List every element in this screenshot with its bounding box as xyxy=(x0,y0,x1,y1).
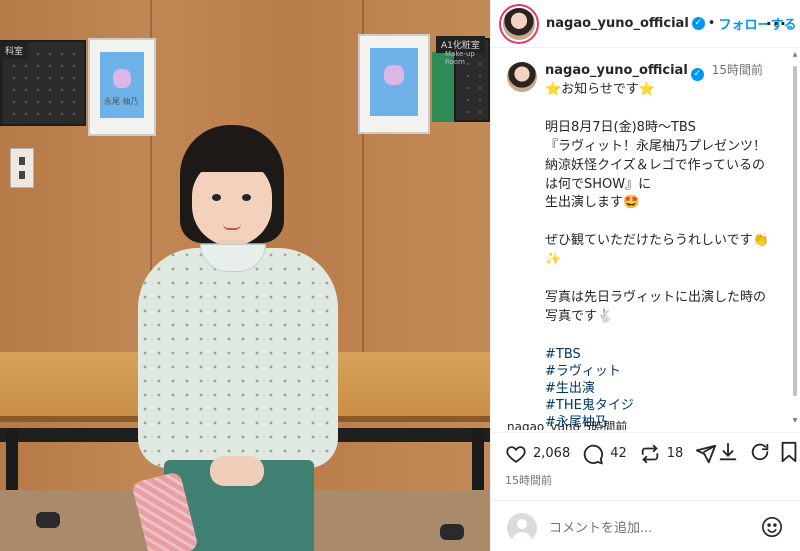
comment-button[interactable]: 42 xyxy=(582,443,627,465)
caption-line: は何でSHOW』に xyxy=(545,176,652,192)
hashtag-link[interactable]: #THE鬼タイジ xyxy=(545,397,785,414)
hashtag-link[interactable]: #ラヴィット xyxy=(545,363,785,380)
scrollbar-thumb[interactable] xyxy=(793,66,797,396)
scroll-up-icon[interactable]: ▲ xyxy=(792,52,798,58)
caption-username[interactable]: nagao_yuno_official xyxy=(545,63,688,78)
author-username[interactable]: nagao_yuno_official xyxy=(546,16,689,31)
caption-line xyxy=(545,100,785,119)
caption-line xyxy=(545,327,785,346)
scroll-down-icon[interactable]: ▼ xyxy=(792,418,798,424)
post-timestamp[interactable]: 15時間前 xyxy=(505,472,552,488)
post-sidebar: nagao_yuno_official ✓ • フォローする ··· nagao… xyxy=(490,0,800,551)
caption-body: nagao_yuno_official ✓ 15時間前 ⭐お知らせです⭐ 明日8月7日… xyxy=(545,62,785,430)
emoji-icon[interactable] xyxy=(761,516,783,538)
comment-icon xyxy=(584,444,604,464)
caption-line: ⭐お知らせです⭐ xyxy=(545,82,656,97)
save-button[interactable] xyxy=(779,441,799,463)
hashtag-link[interactable]: #TBS xyxy=(545,346,785,363)
like-count: 2,068 xyxy=(533,446,571,461)
download-button[interactable] xyxy=(717,441,739,463)
more-icon[interactable]: ··· xyxy=(766,14,787,33)
download-icon xyxy=(719,442,737,461)
caption-line xyxy=(545,270,785,289)
table-wheel xyxy=(440,524,464,540)
room-sign-left: 科室 xyxy=(0,42,29,59)
next-comment-peek: nagao_yuno 5時間前 xyxy=(507,420,628,430)
caption-scrollbar[interactable]: ▲ ▼ xyxy=(792,52,798,424)
post-photo[interactable]: 科室 永尾 柚乃 A1化粧室 Make-up Room xyxy=(0,0,490,551)
verified-icon: ✓ xyxy=(690,68,704,81)
caption-line: 写真は先日ラヴィットに出演した時の xyxy=(545,289,767,305)
table-wheel xyxy=(36,512,60,528)
caption-text: ⭐お知らせです⭐ 明日8月7日(金)8時〜TBS 『ラヴィット！永尾柚乃プレゼンツ！… xyxy=(545,81,785,346)
comment-bar xyxy=(491,500,800,551)
comment-input[interactable] xyxy=(549,517,749,539)
share-button[interactable] xyxy=(695,443,717,465)
like-button[interactable]: 2,068 xyxy=(505,443,570,465)
caption-line: 写真です🐇 xyxy=(545,308,614,324)
caption-time[interactable]: 15時間前 xyxy=(712,63,763,77)
repost-icon xyxy=(641,444,659,463)
refresh-icon xyxy=(751,443,769,461)
caption-line: 『ラヴィット！永尾柚乃プレゼンツ！ xyxy=(545,138,767,154)
header-separator: • xyxy=(707,16,716,31)
action-bar: 2,068 42 18 xyxy=(491,432,800,474)
caption-line: 納涼妖怪クイズ＆レゴで作っているの xyxy=(545,157,765,173)
verified-icon: ✓ xyxy=(691,17,705,30)
wall-switch xyxy=(10,148,34,188)
caption-line: ぜひ観ていただけたらうれしいです👏 xyxy=(545,233,769,249)
caption-line: 明日8月7日(金)8時〜TBS xyxy=(545,119,696,135)
room-sign-right-sub: Make-up Room xyxy=(445,50,475,66)
share-icon xyxy=(696,444,717,463)
repost-button[interactable]: 18 xyxy=(639,443,684,465)
caption-area: nagao_yuno_official ✓ 15時間前 ⭐お知らせです⭐ 明日8月7日… xyxy=(491,48,800,430)
caption-head: nagao_yuno_official ✓ 15時間前 xyxy=(545,62,785,81)
hashtag-link[interactable]: #生出演 xyxy=(545,380,785,397)
comment-count: 42 xyxy=(610,446,627,461)
bookmark-icon xyxy=(781,441,797,463)
caption-avatar[interactable] xyxy=(507,62,537,92)
author-avatar[interactable] xyxy=(503,7,535,40)
refresh-button[interactable] xyxy=(749,441,771,463)
repost-count: 18 xyxy=(666,446,684,461)
viewer-avatar xyxy=(507,513,537,543)
caption-line: ✨ xyxy=(545,252,562,268)
heart-icon xyxy=(506,445,526,463)
child-figure xyxy=(130,120,350,551)
wall-poster-right xyxy=(358,34,430,134)
caption-line xyxy=(545,213,785,232)
caption-line: 生出演します🤩 xyxy=(545,195,640,211)
post-header: nagao_yuno_official ✓ • フォローする ··· xyxy=(491,0,800,48)
poster-name-label: 永尾 柚乃 xyxy=(104,97,139,106)
